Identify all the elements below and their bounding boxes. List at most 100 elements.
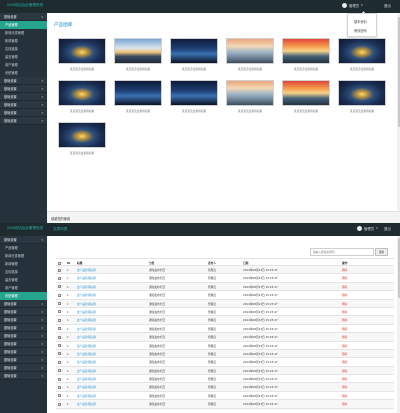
user-name[interactable]: 管理员 xyxy=(364,226,374,231)
gallery-card[interactable]: 某某某企业新闻标题 xyxy=(114,80,162,113)
sidebar-group[interactable]: 基础设置 ▾ xyxy=(0,236,47,244)
delete-link[interactable]: 删除 xyxy=(342,350,366,358)
sidebar-item[interactable]: 新闻分类管理 xyxy=(0,29,47,37)
delete-link[interactable]: 删除 xyxy=(342,392,366,400)
thumbnail-image[interactable] xyxy=(114,38,162,64)
row-checkbox[interactable] xyxy=(58,383,63,391)
cell-title-link[interactable]: 这个是新闻标题 xyxy=(77,308,137,316)
thumbnail-image[interactable] xyxy=(338,38,386,64)
row-checkbox[interactable] xyxy=(58,375,63,383)
search-input[interactable] xyxy=(310,248,374,256)
sidebar-group[interactable]: 基础设置 ▾ xyxy=(0,356,47,364)
cell-title-link[interactable]: 这个是新闻标题 xyxy=(77,300,137,308)
gallery-card[interactable]: 某某某企业新闻标题 xyxy=(338,38,386,71)
thumbnail-image[interactable] xyxy=(58,38,106,64)
sidebar-group[interactable]: 基础设置 ▾ xyxy=(0,13,47,21)
row-checkbox[interactable] xyxy=(58,342,63,350)
sidebar-item[interactable]: 用户管理 xyxy=(0,61,47,69)
sidebar-item[interactable]: 留言管理 xyxy=(0,53,47,61)
row-checkbox[interactable] xyxy=(58,274,63,282)
chevron-down-icon[interactable]: ▾ xyxy=(361,3,363,7)
gallery-card[interactable]: 某某某企业新闻标题 xyxy=(282,38,330,71)
thumbnail-image[interactable] xyxy=(226,38,274,64)
gallery-caption[interactable]: 某某某企业新闻标题 xyxy=(170,67,218,71)
user-avatar[interactable] xyxy=(357,225,362,231)
row-checkbox[interactable] xyxy=(58,392,63,400)
sidebar-group[interactable]: 基础设置 ▾ xyxy=(0,117,47,125)
sidebar-item[interactable]: 友情链接 xyxy=(0,268,47,276)
row-checkbox[interactable] xyxy=(58,283,63,291)
delete-link[interactable]: 删除 xyxy=(342,274,366,282)
sidebar-group[interactable]: 基础设置 ▾ xyxy=(0,332,47,340)
delete-link[interactable]: 删除 xyxy=(342,367,366,375)
gallery-card[interactable]: 某某某企业新闻标题 xyxy=(226,38,274,71)
gallery-caption[interactable]: 某某某企业新闻标题 xyxy=(226,67,274,71)
gallery-card[interactable]: 某某某企业新闻标题 xyxy=(282,80,330,113)
delete-link[interactable]: 删除 xyxy=(342,400,366,408)
delete-link[interactable]: 删除 xyxy=(342,316,366,324)
sidebar-group[interactable]: 基础设置 ▾ xyxy=(0,324,47,332)
thumbnail-image[interactable] xyxy=(170,80,218,106)
sidebar-group[interactable]: 基础设置 ▾ xyxy=(0,372,47,380)
cell-title-link[interactable]: 这个是新闻标题 xyxy=(77,383,137,391)
gallery-caption[interactable]: 某某某企业新闻标题 xyxy=(58,67,106,71)
gallery-card[interactable]: 某某某企业新闻标题 xyxy=(114,38,162,71)
user-menu[interactable]: 管理员 ▾ xyxy=(342,2,363,8)
gallery-caption[interactable]: 某某某企业新闻标题 xyxy=(338,109,386,113)
row-checkbox[interactable] xyxy=(58,367,63,375)
row-checkbox[interactable] xyxy=(58,316,63,324)
sidebar-group[interactable]: 基础设置 ▾ xyxy=(0,77,47,85)
cell-title-link[interactable]: 这个是新闻标题 xyxy=(77,375,137,383)
sidebar-group[interactable]: 基础设置 ▾ xyxy=(0,364,47,372)
delete-link[interactable]: 删除 xyxy=(342,291,366,299)
cell-title-link[interactable]: 这个是新闻标题 xyxy=(77,266,137,274)
row-checkbox[interactable] xyxy=(58,266,63,274)
row-checkbox[interactable] xyxy=(58,308,63,316)
thumbnail-image[interactable] xyxy=(58,122,106,148)
delete-link[interactable]: 删除 xyxy=(342,342,366,350)
delete-link[interactable]: 删除 xyxy=(342,283,366,291)
gallery-caption[interactable]: 某某某企业新闻标题 xyxy=(170,109,218,113)
tab-article-list[interactable]: 文章列表 xyxy=(53,223,67,236)
sidebar-group[interactable]: 基础设置 ▾ xyxy=(0,348,47,356)
sidebar-item[interactable]: 系统管理 xyxy=(0,292,47,300)
gallery-caption[interactable]: 某某某企业新闻标题 xyxy=(114,67,162,71)
row-checkbox[interactable] xyxy=(58,291,63,299)
row-checkbox[interactable] xyxy=(58,400,63,408)
cell-title-link[interactable]: 这个是新闻标题 xyxy=(77,392,137,400)
thumbnail-image[interactable] xyxy=(58,80,106,106)
sidebar-item[interactable]: 产品管理 xyxy=(0,21,47,29)
gallery-caption[interactable]: 某某某企业新闻标题 xyxy=(58,151,106,155)
brand-title[interactable]: XXX网站后台管理系统 xyxy=(7,3,43,8)
delete-link[interactable]: 删除 xyxy=(342,358,366,366)
user-name[interactable]: 管理员 xyxy=(349,3,359,8)
delete-link[interactable]: 删除 xyxy=(342,375,366,383)
menu-item-change-password[interactable]: 修改密码 xyxy=(354,28,367,33)
thumbnail-image[interactable] xyxy=(338,80,386,106)
cell-title-link[interactable]: 这个是新闻标题 xyxy=(77,367,137,375)
gallery-caption[interactable]: 某某某企业新闻标题 xyxy=(282,109,330,113)
gallery-card[interactable]: 某某某企业新闻标题 xyxy=(170,38,218,71)
sidebar-item[interactable]: 新闻分类管理 xyxy=(0,252,47,260)
sidebar-item[interactable]: 友情链接 xyxy=(0,45,47,53)
thumbnail-image[interactable] xyxy=(170,38,218,64)
cell-title-link[interactable]: 这个是新闻标题 xyxy=(77,342,137,350)
row-checkbox[interactable] xyxy=(58,325,63,333)
thumbnail-image[interactable] xyxy=(282,80,330,106)
sidebar-group[interactable]: 基础设置 ▾ xyxy=(0,308,47,316)
delete-link[interactable]: 删除 xyxy=(342,308,366,316)
thumbnail-image[interactable] xyxy=(282,38,330,64)
cell-title-link[interactable]: 这个是新闻标题 xyxy=(77,333,137,341)
sidebar-group[interactable]: 基础设置 ▾ xyxy=(0,340,47,348)
gallery-card[interactable]: 某某某企业新闻标题 xyxy=(58,38,106,71)
gallery-caption[interactable]: 某某某企业新闻标题 xyxy=(338,67,386,71)
cell-title-link[interactable]: 这个是新闻标题 xyxy=(77,358,137,366)
gallery-card[interactable]: 某某某企业新闻标题 xyxy=(170,80,218,113)
user-menu[interactable]: 管理员 ▾ xyxy=(357,225,378,231)
gallery-caption[interactable]: 某某某企业新闻标题 xyxy=(226,109,274,113)
scrollbar-thumb[interactable] xyxy=(397,17,400,127)
gallery-caption[interactable]: 某某某企业新闻标题 xyxy=(282,67,330,71)
thumbnail-image[interactable] xyxy=(226,80,274,106)
sidebar-group[interactable]: 基础设置 ▾ xyxy=(0,109,47,117)
row-checkbox[interactable] xyxy=(58,350,63,358)
